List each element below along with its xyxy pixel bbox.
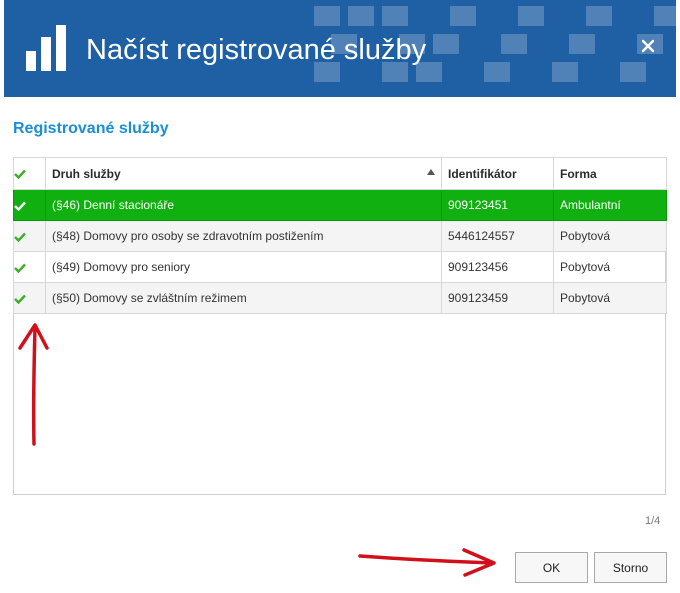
table-row[interactable]: (§49) Domovy pro seniory 909123456 Pobyt…: [13, 251, 667, 283]
cell-druh: (§50) Domovy se zvláštním režimem: [45, 282, 442, 314]
column-header-druh-sluzby[interactable]: Druh služby: [45, 157, 442, 190]
row-checkbox[interactable]: [13, 282, 46, 314]
cell-forma: Pobytová: [553, 220, 667, 252]
check-icon: [14, 263, 26, 273]
dialog-header: Načíst registrované služby: [4, 0, 676, 97]
table-row[interactable]: (§50) Domovy se zvláštním režimem 909123…: [13, 282, 667, 314]
check-icon: [14, 170, 26, 180]
cell-forma: Ambulantní: [553, 189, 667, 221]
sort-ascending-icon: [427, 168, 435, 175]
column-header-forma[interactable]: Forma: [553, 157, 667, 190]
column-header-identifikator[interactable]: Identifikátor: [441, 157, 554, 190]
cell-druh: (§49) Domovy pro seniory: [45, 251, 442, 283]
check-icon: [14, 232, 26, 242]
check-icon: [14, 201, 26, 211]
annotation-arrow-right: [358, 548, 496, 577]
cell-identifikator: 909123456: [441, 251, 554, 283]
column-header-label: Identifikátor: [448, 166, 517, 181]
check-icon: [14, 294, 26, 304]
cell-identifikator: 909123451: [441, 189, 554, 221]
column-header-label: Forma: [560, 166, 597, 181]
cell-druh: (§46) Denní stacionáře: [45, 189, 442, 221]
ok-button[interactable]: OK: [515, 552, 588, 583]
select-all-checkbox[interactable]: [13, 157, 46, 190]
column-header-label: Druh služby: [52, 166, 121, 181]
row-checkbox[interactable]: [13, 220, 46, 252]
cell-forma: Pobytová: [553, 251, 667, 283]
bar-chart-logo-icon: [26, 25, 66, 71]
cell-druh: (§48) Domovy pro osoby se zdravotním pos…: [45, 220, 442, 252]
cancel-button[interactable]: Storno: [594, 552, 667, 583]
grid-header-row: Druh služby Identifikátor Forma: [13, 157, 667, 190]
table-row[interactable]: (§48) Domovy pro osoby se zdravotním pos…: [13, 220, 667, 252]
cell-identifikator: 5446124557: [441, 220, 554, 252]
section-title: Registrované služby: [13, 120, 169, 137]
pager-indicator: 1/4: [645, 515, 661, 527]
dialog-title: Načíst registrované služby: [86, 34, 427, 66]
close-icon[interactable]: [640, 38, 656, 54]
table-row[interactable]: (§46) Denní stacionáře 909123451 Ambulan…: [13, 189, 667, 221]
cell-identifikator: 909123459: [441, 282, 554, 314]
services-grid: Druh služby Identifikátor Forma (§46) De…: [13, 157, 667, 495]
row-checkbox[interactable]: [13, 189, 46, 221]
cell-forma: Pobytová: [553, 282, 667, 314]
row-checkbox[interactable]: [13, 251, 46, 283]
